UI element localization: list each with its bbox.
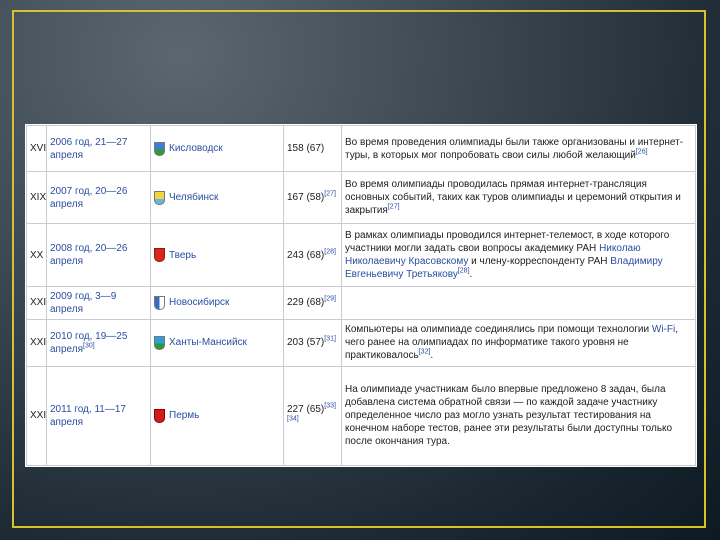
note-text: . [430,350,434,362]
olympiad-number: XXIII [26,365,47,467]
reference-link[interactable]: [32] [419,349,431,356]
olympiad-number: XIX [26,171,47,225]
date-link[interactable]: 2011 год, 11—17 апреля [50,404,126,428]
date-link[interactable]: 2008 год, 20—26 апреля [50,243,127,267]
chelyabinsk-crest-icon[interactable] [154,190,165,205]
novosibirsk-crest-icon[interactable] [154,295,165,310]
note-text: Компьютеры на олимпиаде соединялись при … [345,324,652,336]
olympiad-city: Пермь [150,365,284,467]
olympiad-city: Челябинск [150,171,284,225]
city-link[interactable]: Тверь [169,249,196,262]
participants-count: 243 (68)[28] [283,223,342,288]
city-link[interactable]: Новосибирск [169,296,229,309]
participants-count: 167 (58)[27] [283,171,342,225]
city-link[interactable]: Кисловодск [169,142,223,155]
reference-link[interactable]: [27] [324,191,336,198]
olympiad-note: Во время проведения олимпиады были также… [341,124,696,173]
participants-value: 243 (68) [287,249,325,261]
olympiad-number: XXII [26,318,47,367]
olympiad-dates: 2009 год, 3—9 апреля [46,286,151,320]
olympiad-dates: 2008 год, 20—26 апреля [46,223,151,288]
olympiad-note [341,286,696,320]
olympiad-city: Ханты-Мансийск [150,318,284,367]
reference-link[interactable]: [31] [324,336,336,343]
table-row: XIX 2007 год, 20—26 апреля Челябинск 167 (5… [26,171,696,225]
date-link[interactable]: 2006 год, 21—27 апреля [50,137,127,161]
olympiad-number: XXI [26,286,47,320]
olympiad-dates: 2010 год, 19—25 апреля[30] [46,318,151,367]
olympiad-table: XVII2006 год, 21—27 апреля Кисловодск 158 … [26,124,696,467]
participants-count: 227 (65)[33][34] [283,365,342,467]
olympiad-number: XX [26,223,47,288]
note-text: и члену-корреспонденту РАН [468,256,611,268]
table-row: XXII2010 год, 19—25 апреля[30] Ханты-Манс… [26,318,696,367]
kislovodsk-crest-icon[interactable] [154,141,165,156]
table-row: XXI 2009 год, 3—9 апреля Новосибирск 229 (6… [26,286,696,320]
tver-crest-icon[interactable] [154,248,165,263]
reference-link[interactable]: [28] [458,268,470,275]
olympiad-dates: 2006 год, 21—27 апреля [46,124,151,173]
perm-crest-icon[interactable] [154,408,165,423]
participants-value: 158 (67) [287,143,325,154]
date-link[interactable]: 2009 год, 3—9 апреля [50,291,116,315]
participants-count: 203 (57)[31] [283,318,342,367]
table-row: XX 2008 год, 20—26 апреля Тверь 243 (68)[28… [26,223,696,288]
reference-link[interactable]: [28] [324,248,336,255]
olympiad-city: Тверь [150,223,284,288]
participants-count: 158 (67) [283,124,342,173]
note-text: Во время проведения олимпиады были также… [345,136,684,161]
olympiad-number: XVII [26,124,47,173]
table-row: XVII2006 год, 21—27 апреля Кисловодск 158 … [26,124,696,173]
reference-link[interactable]: [29] [324,296,336,303]
participants-value: 203 (57) [287,337,325,349]
city-link[interactable]: Челябинск [169,191,218,204]
khanty-mansiysk-crest-icon[interactable] [154,335,165,350]
note-text: . [469,269,473,281]
date-link[interactable]: 2007 год, 20—26 апреля [50,186,127,210]
reference-link[interactable]: [26] [636,148,648,155]
reference-link[interactable]: [27] [388,204,400,211]
olympiad-note: В рамках олимпиады проводился интернет-т… [341,223,696,288]
olympiad-note: На олимпиаде участникам было впервые пре… [341,365,696,467]
reference-link[interactable]: [30] [83,342,95,349]
city-link[interactable]: Ханты-Мансийск [169,336,247,349]
city-link[interactable]: Пермь [169,409,199,422]
note-link[interactable]: Wi-Fi [652,324,675,335]
participants-value: 167 (58) [287,192,325,204]
participants-value: 229 (68) [287,297,325,309]
participants-value: 227 (65) [287,403,325,415]
note-text: На олимпиаде участникам было впервые пре… [345,384,673,448]
olympiad-note: Компьютеры на олимпиаде соединялись при … [341,318,696,367]
olympiad-dates: 2011 год, 11—17 апреля [46,365,151,467]
participants-count: 229 (68)[29] [283,286,342,320]
olympiad-city: Кисловодск [150,124,284,173]
olympiad-city: Новосибирск [150,286,284,320]
olympiad-dates: 2007 год, 20—26 апреля [46,171,151,225]
olympiad-note: Во время олимпиады проводилась прямая ин… [341,171,696,225]
olympiad-table-screenshot: XVII2006 год, 21—27 апреля Кисловодск 158 … [25,124,697,467]
table-row: XXIII2011 год, 11—17 апреля Пермь 227 (65)… [26,365,696,467]
